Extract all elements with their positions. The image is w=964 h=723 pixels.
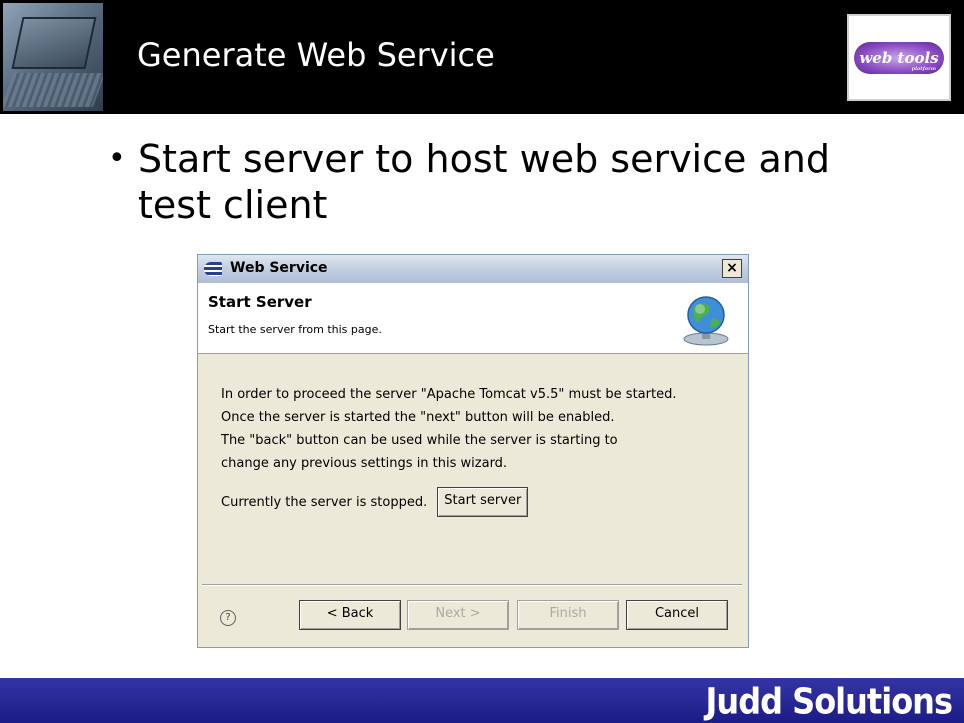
message-line: The "back" button can be used while the … [221,433,618,448]
web-tools-logo: web tools platform [847,14,951,101]
laptop-keyboard [3,73,103,107]
close-icon: × [726,260,738,276]
eclipse-icon [204,262,222,276]
bullet-text: Start server to host web service and tes… [138,137,830,227]
slide: Generate Web Service web tools platform … [0,0,964,723]
web-tools-logo-badge: web tools platform [854,41,944,74]
message-line: Once the server is started the "next" bu… [221,410,615,425]
globe-server-icon [683,296,729,346]
slide-footer: Judd Solutions [0,678,964,723]
web-tools-logo-subtext: platform [911,65,936,72]
start-server-button[interactable]: Start server [437,487,529,517]
slide-header: Generate Web Service web tools platform [0,0,964,114]
web-service-dialog: Web Service × Start Server Start the ser… [197,254,749,648]
slide-title: Generate Web Service [137,36,495,74]
dialog-window-title: Web Service [230,260,328,276]
message-line: In order to proceed the server "Apache T… [221,387,677,402]
wizard-page-title: Start Server [208,293,312,311]
cancel-button[interactable]: Cancel [626,600,728,630]
button-bar-separator [202,584,742,586]
finish-button[interactable]: Finish [517,600,619,630]
help-icon[interactable]: ? [220,610,236,626]
web-tools-logo-text: web tools [859,48,939,67]
judd-solutions-logo: Judd Solutions [705,679,953,723]
message-line: change any previous settings in this wiz… [221,456,508,471]
wizard-banner: Start Server Start the server from this … [198,283,748,354]
server-status-row: Currently the server is stopped. Start s… [221,487,529,517]
bullet-dot: • [108,141,126,176]
next-button[interactable]: Next > [407,600,509,630]
wizard-message: In order to proceed the server "Apache T… [221,383,741,475]
server-status-text: Currently the server is stopped. [221,494,428,510]
wizard-page-description: Start the server from this page. [208,323,382,336]
laptop-image [3,3,103,111]
laptop-screen [11,17,97,69]
close-button[interactable]: × [722,259,742,278]
dialog-titlebar[interactable]: Web Service × [198,255,748,283]
bullet-point: • Start server to host web service and t… [108,136,888,228]
back-button[interactable]: < Back [299,600,401,630]
